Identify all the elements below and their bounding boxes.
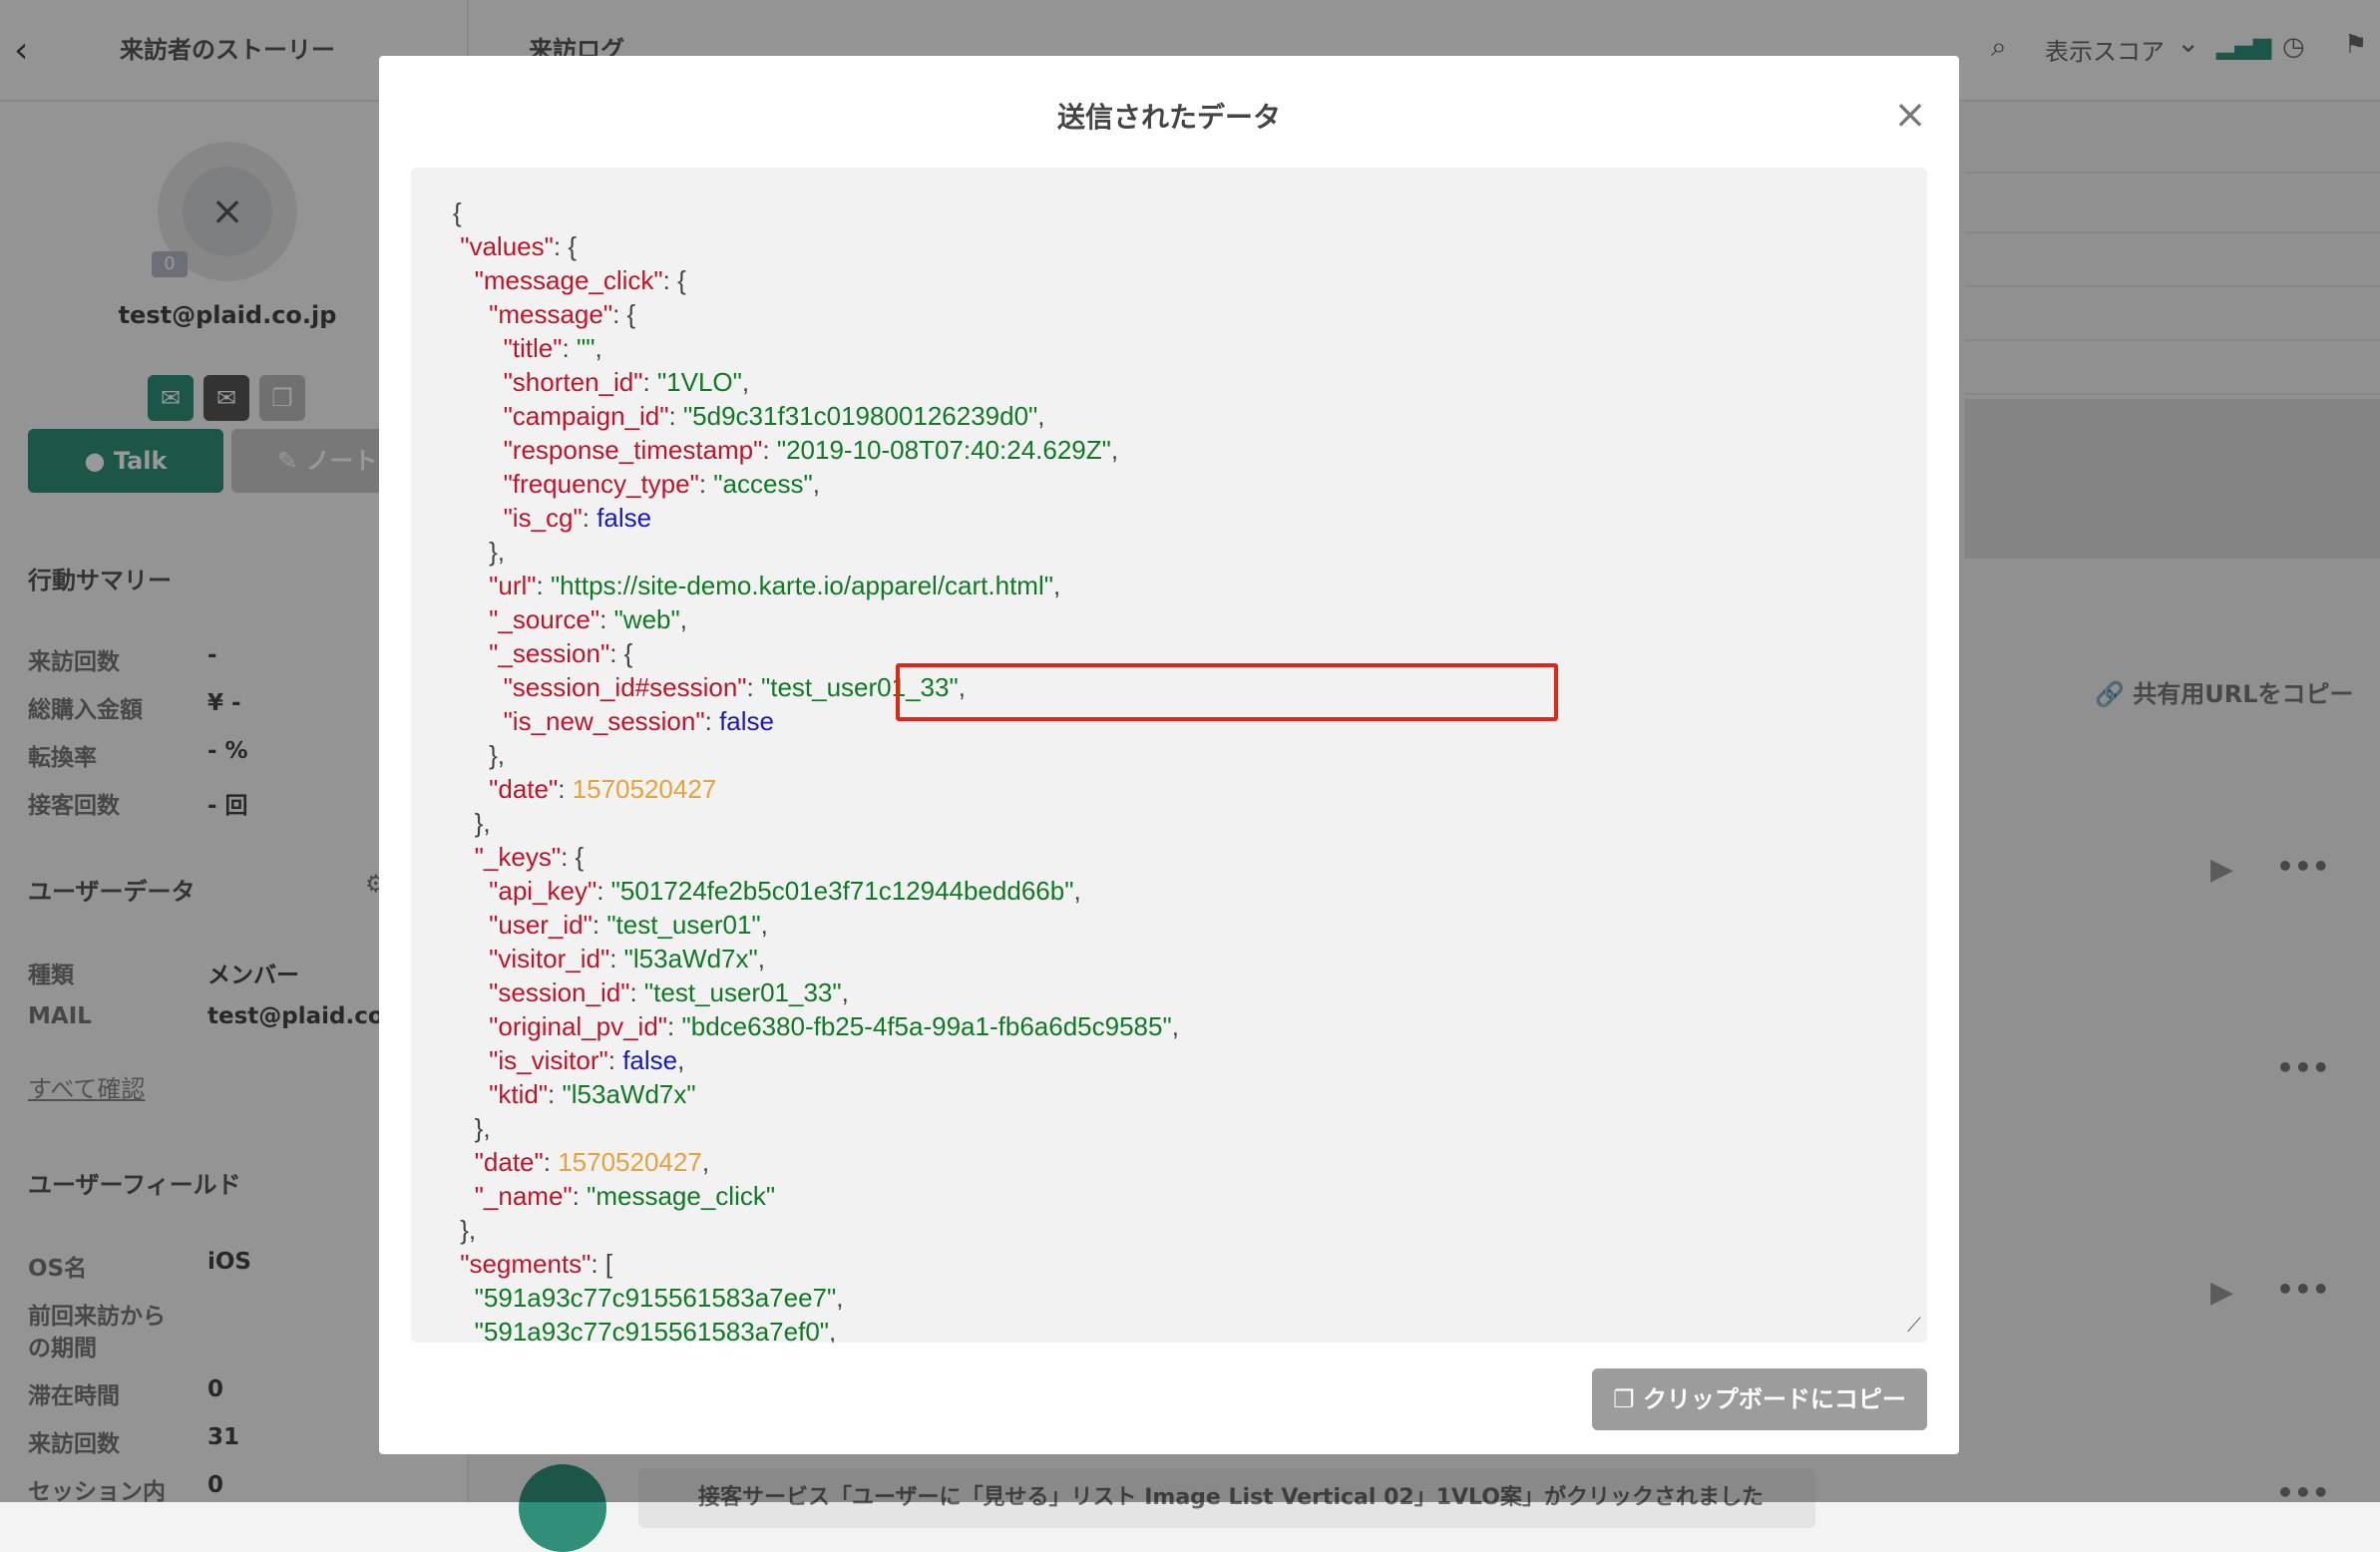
json-line: },: [453, 808, 491, 838]
json-line: "api_key": "501724fe2b5c01e3f71c12944bed…: [489, 876, 1081, 906]
json-line: "campaign_id": "5d9c31f31c019800126239d0…: [503, 401, 1045, 431]
json-line: },: [453, 740, 506, 770]
sent-data-modal: 送信されたデータ × { "values": { "message_click"…: [379, 56, 1959, 1454]
json-line: "is_cg": false: [503, 503, 652, 533]
json-line: "_name": "message_click": [474, 1181, 776, 1211]
json-line: "response_timestamp": "2019-10-08T07:40:…: [503, 435, 1119, 465]
json-textarea[interactable]: { "values": { "message_click": { "messag…: [411, 168, 1927, 1343]
resize-handle-icon[interactable]: ⟋: [1907, 1313, 1921, 1337]
json-content: { "values": { "message_click": { "messag…: [453, 195, 1179, 1343]
json-line: "title": "",: [503, 333, 602, 363]
json-line: "user_id": "test_user01",: [489, 910, 768, 940]
json-line: "is_visitor": false,: [489, 1045, 685, 1075]
modal-title: 送信されたデータ: [1056, 101, 1281, 134]
json-line: },: [453, 537, 506, 567]
json-line: "visitor_id": "l53aWd7x",: [489, 944, 765, 973]
json-line: "date": 1570520427,: [474, 1147, 710, 1177]
json-line: "message_click": {: [474, 265, 686, 295]
copy-to-clipboard-button[interactable]: ❐ クリップボードにコピー: [1592, 1368, 1927, 1430]
json-line: "date": 1570520427: [489, 774, 717, 804]
json-line: "_keys": {: [474, 842, 585, 872]
json-line: {: [453, 197, 462, 227]
json-line: "ktid": "l53aWd7x": [489, 1079, 696, 1109]
json-line: "values": {: [460, 231, 578, 261]
close-icon[interactable]: ×: [1885, 90, 1935, 140]
json-line: "segments": [: [460, 1249, 613, 1279]
copy-icon: ❐: [1613, 1385, 1643, 1413]
copy-button-label: クリップボードにコピー: [1642, 1385, 1906, 1413]
json-line: "session_id": "test_user01_33",: [489, 977, 849, 1007]
json-line: },: [453, 1215, 477, 1245]
json-line: "url": "https://site-demo.karte.io/appar…: [489, 571, 1061, 600]
json-line: "shorten_id": "1VLO",: [503, 367, 750, 397]
url-highlight-box: [896, 663, 1558, 721]
json-line: "message": {: [489, 299, 636, 329]
json-line: "_source": "web",: [489, 604, 687, 634]
json-line: "591a93c77c915561583a7ee7",: [474, 1283, 844, 1313]
json-line: "frequency_type": "access",: [503, 469, 820, 499]
json-line: "591a93c77c915561583a7ef0",: [474, 1317, 837, 1343]
json-line: },: [453, 1113, 491, 1143]
json-line: "original_pv_id": "bdce6380-fb25-4f5a-99…: [489, 1011, 1179, 1041]
